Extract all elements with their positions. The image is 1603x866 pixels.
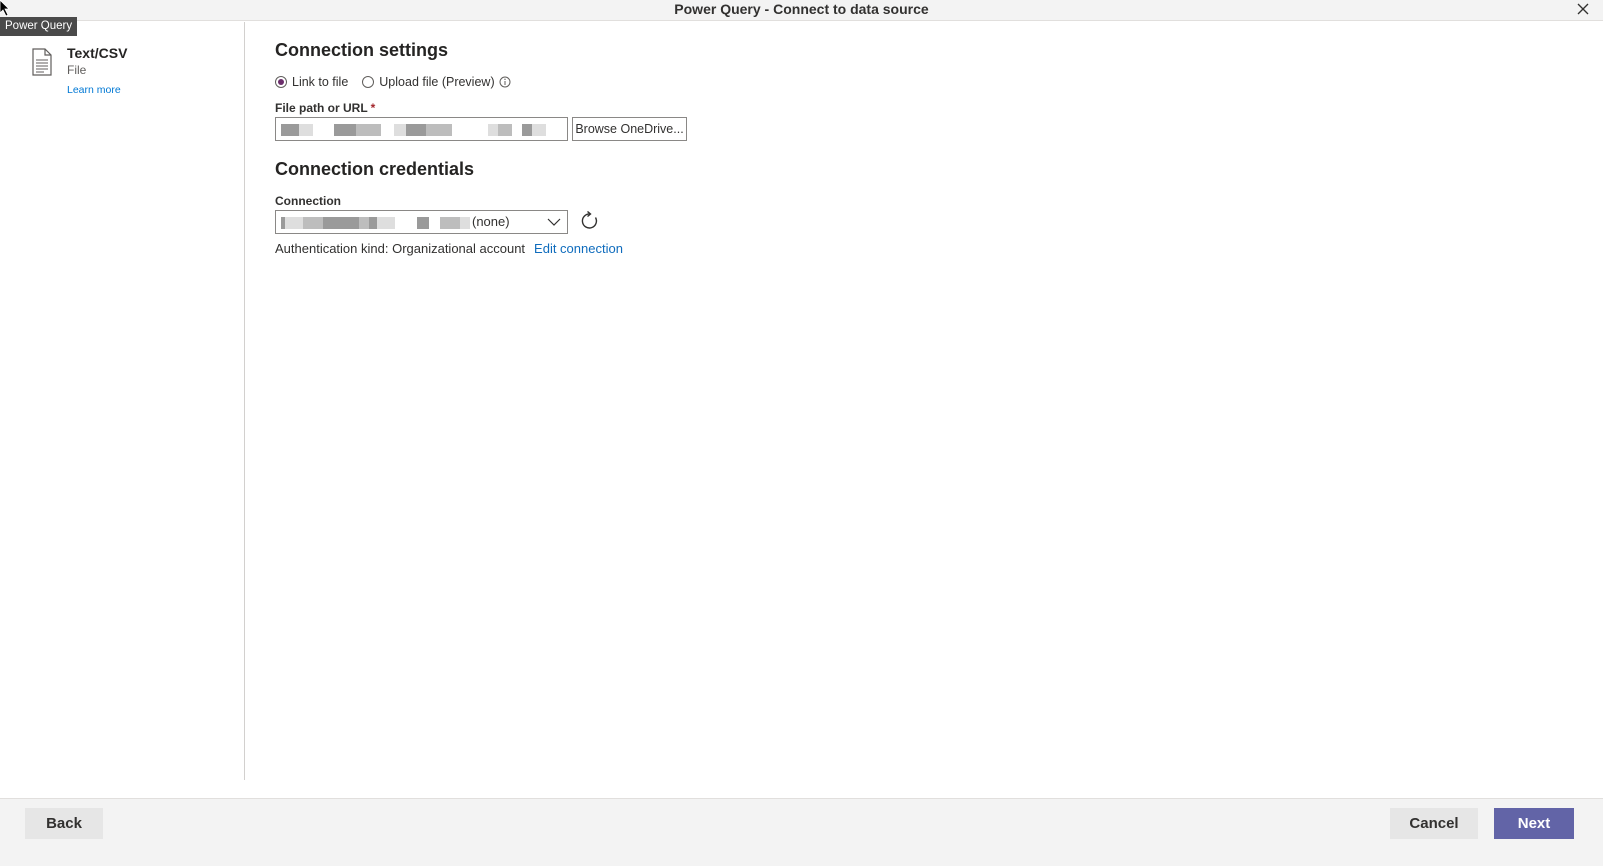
radio-link-to-file-label: Link to file	[292, 75, 349, 89]
source-type: File	[67, 63, 87, 77]
radio-upload-file[interactable]: Upload file (Preview)	[362, 75, 495, 89]
document-icon	[32, 48, 52, 76]
mouse-cursor-icon	[0, 0, 10, 16]
file-path-label: File path or URL *	[275, 101, 375, 115]
authentication-kind-text: Authentication kind: Organizational acco…	[275, 241, 526, 256]
connection-settings-heading: Connection settings	[275, 40, 449, 60]
chevron-down-icon	[547, 218, 561, 226]
cancel-button[interactable]: Cancel	[1390, 808, 1478, 839]
connection-dropdown[interactable]: (none)	[275, 210, 568, 234]
radio-unchecked-icon	[362, 76, 375, 88]
title-bar: Power Query - Connect to data source	[0, 0, 1603, 21]
dialog-footer: Back Cancel Next	[0, 798, 1603, 866]
info-icon[interactable]	[499, 76, 511, 88]
authentication-row: Authentication kind: Organizational acco…	[275, 241, 623, 256]
radio-upload-file-label: Upload file (Preview)	[379, 75, 495, 89]
source-name: Text/CSV	[67, 45, 128, 61]
connection-dropdown-value: (none)	[472, 214, 510, 229]
radio-link-to-file[interactable]: Link to file	[275, 75, 348, 89]
connection-label: Connection	[275, 194, 341, 208]
browse-onedrive-button[interactable]: Browse OneDrive...	[572, 117, 687, 141]
learn-more-link[interactable]: Learn more	[67, 84, 121, 96]
radio-checked-icon	[275, 76, 287, 88]
file-source-radio-group: Link to file Upload file (Preview)	[275, 75, 511, 89]
file-path-label-text: File path or URL	[275, 101, 368, 115]
connection-credentials-heading: Connection credentials	[275, 159, 475, 179]
back-button[interactable]: Back	[25, 808, 103, 839]
refresh-icon[interactable]	[580, 211, 600, 231]
edit-connection-link[interactable]: Edit connection	[534, 241, 623, 256]
file-path-input[interactable]	[275, 117, 568, 141]
required-marker: *	[370, 101, 376, 115]
main-content: Connection settings Link to file Upload …	[275, 22, 1603, 780]
data-source-sidebar: Text/CSV File Learn more	[0, 22, 245, 780]
close-icon[interactable]	[1573, 0, 1593, 20]
next-button[interactable]: Next	[1494, 808, 1574, 839]
window-title: Power Query - Connect to data source	[674, 1, 929, 17]
